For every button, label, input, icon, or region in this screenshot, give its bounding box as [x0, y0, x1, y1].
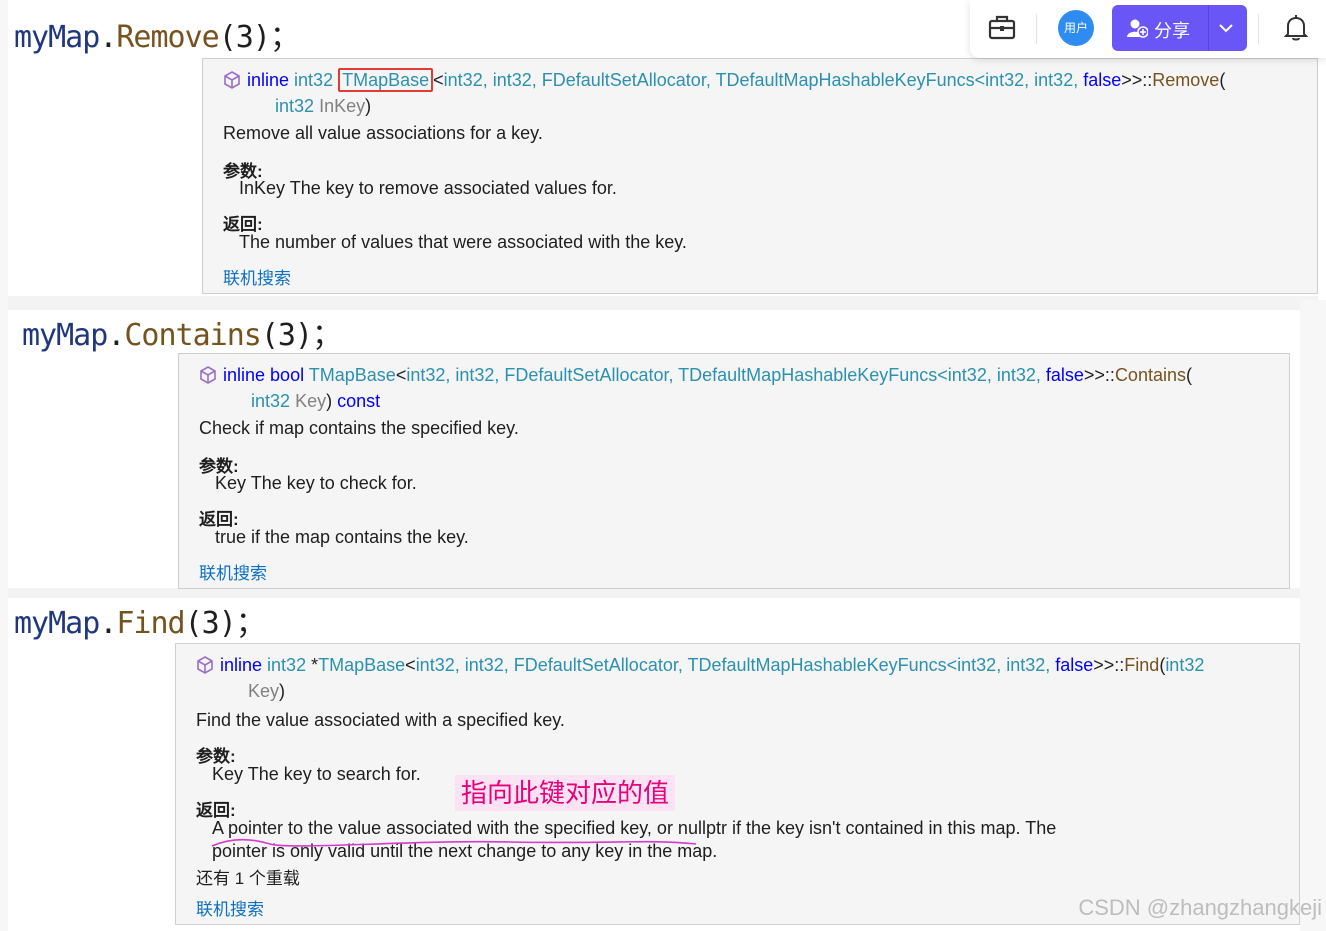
signature: inline int32 TMapBase <int32, int32, FDef… [223, 68, 1303, 118]
online-search-link[interactable]: 联机搜索 [196, 895, 264, 920]
share-button[interactable]: 分享 [1112, 5, 1247, 51]
annotation-label: 指向此键对应的值 [455, 775, 676, 811]
method-cube-icon [196, 656, 214, 680]
code-method: Contains [124, 318, 261, 353]
editor-gutter-top [0, 0, 8, 931]
editor-separator [8, 296, 1318, 310]
top-toolbar: 用户 分享 [970, 0, 1326, 58]
code-method: Remove [116, 20, 219, 55]
quickinfo-tooltip-find: inline int32 *TMapBase<int32, int32, FDe… [175, 643, 1300, 925]
code-line-remove[interactable]: myMap.Remove(3)； [14, 12, 300, 56]
code-object: myMap [14, 20, 100, 55]
code-line-contains[interactable]: myMap.Contains(3)； [22, 310, 1288, 354]
add-user-icon [1126, 17, 1149, 44]
description: Remove all value associations for a key. [223, 123, 543, 143]
quickinfo-tooltip-contains: inline bool TMapBase<int32, int32, FDefa… [178, 353, 1290, 589]
chevron-down-icon[interactable] [1218, 21, 1234, 40]
share-label: 分享 [1154, 21, 1190, 41]
returns-text: The number of values that were associate… [239, 232, 687, 252]
method-cube-icon [223, 71, 241, 95]
method-cube-icon [199, 366, 217, 390]
code-args: (3)； [260, 318, 342, 353]
handwritten-underline [211, 838, 697, 847]
overloads-count: 还有 1 个重载 [196, 869, 300, 888]
description: Check if map contains the specified key. [199, 418, 519, 438]
code-args: (3)； [218, 20, 300, 55]
bell-icon[interactable] [1283, 14, 1309, 47]
signature: inline int32 *TMapBase<int32, int32, FDe… [196, 654, 1285, 703]
editor-separator [8, 588, 1318, 598]
watermark: CSDN @zhangzhangkeji [1078, 895, 1322, 920]
editor-right-edge [1300, 300, 1326, 931]
code-object: myMap [14, 606, 100, 641]
toolbar-divider [1036, 14, 1037, 44]
params-text: Key The key to check for. [215, 473, 417, 493]
toolbar-divider [1258, 14, 1259, 44]
highlighted-class-name: TMapBase [338, 68, 434, 92]
params-text: InKey The key to remove associated value… [239, 178, 617, 198]
online-search-link[interactable]: 联机搜索 [223, 264, 291, 289]
quickinfo-tooltip-remove: inline int32 TMapBase <int32, int32, FDef… [202, 58, 1318, 294]
online-search-link[interactable]: 联机搜索 [199, 559, 267, 584]
params-text: Key The key to search for. [212, 764, 421, 784]
signature: inline bool TMapBase<int32, int32, FDefa… [199, 364, 1275, 413]
code-object: myMap [22, 318, 108, 353]
description: Find the value associated with a specifi… [196, 710, 565, 730]
toolbox-icon[interactable] [988, 14, 1016, 45]
code-method: Find [116, 606, 185, 641]
user-avatar[interactable]: 用户 [1058, 10, 1094, 46]
code-line-find[interactable]: myMap.Find(3)； [14, 598, 1300, 642]
returns-text: true if the map contains the key. [215, 527, 469, 547]
code-args: (3)； [184, 606, 266, 641]
